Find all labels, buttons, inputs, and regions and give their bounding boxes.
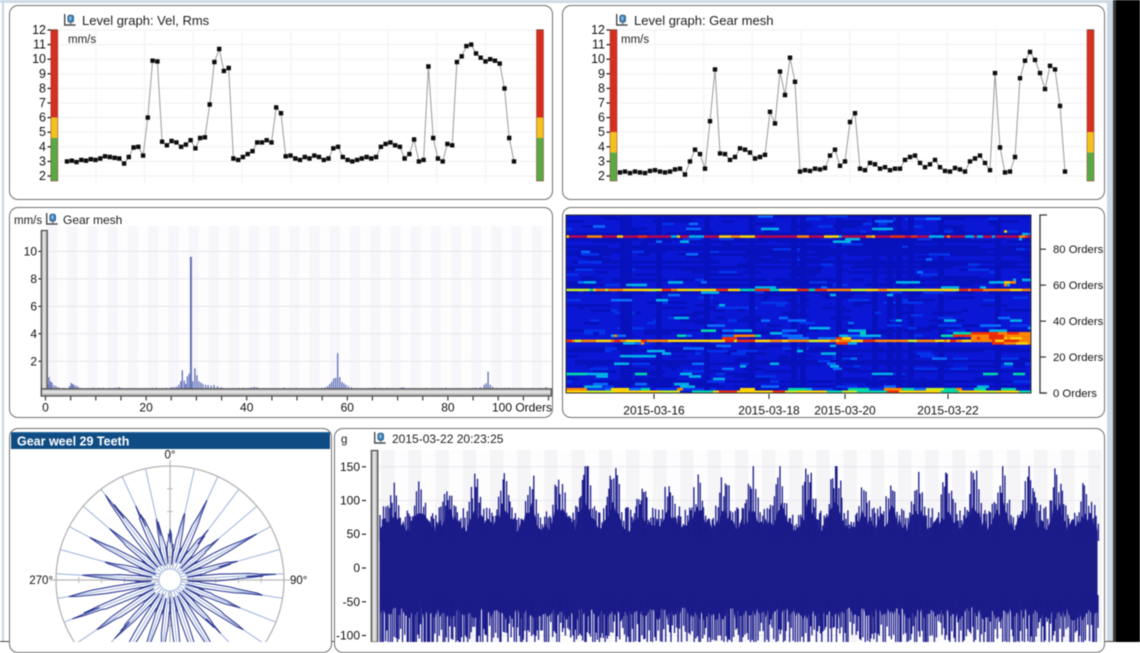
svg-text:9: 9: [39, 67, 46, 81]
svg-text:2015-03-16: 2015-03-16: [623, 404, 685, 418]
svg-text:3: 3: [39, 154, 46, 168]
svg-text:0°: 0°: [165, 450, 176, 462]
svg-text:7: 7: [39, 96, 46, 110]
svg-text:4: 4: [30, 327, 37, 341]
svg-text:80 Orders: 80 Orders: [1053, 244, 1104, 256]
svg-text:mm/s: mm/s: [621, 34, 649, 46]
svg-text:2015-03-18: 2015-03-18: [738, 404, 800, 418]
svg-text:mm/s: mm/s: [14, 215, 42, 227]
svg-text:Gear mesh: Gear mesh: [63, 213, 122, 227]
svg-text:0: 0: [353, 561, 360, 575]
svg-text:mm/s: mm/s: [68, 34, 96, 46]
svg-text:g: g: [341, 434, 347, 446]
svg-text:40: 40: [240, 401, 254, 415]
svg-text:40 Orders: 40 Orders: [1053, 316, 1104, 328]
svg-text:2: 2: [39, 169, 46, 183]
svg-text:0: 0: [42, 401, 49, 415]
svg-text:Level graph: Gear mesh: Level graph: Gear mesh: [634, 13, 773, 28]
svg-text:2: 2: [30, 354, 37, 368]
svg-text:4: 4: [39, 140, 46, 154]
svg-text:80: 80: [441, 401, 455, 415]
svg-text:100 Orders: 100 Orders: [492, 401, 552, 415]
svg-text:8: 8: [30, 272, 37, 286]
svg-text:8: 8: [598, 81, 605, 95]
svg-text:2015-03-22 20:23:25: 2015-03-22 20:23:25: [392, 432, 504, 446]
svg-text:Level graph: Vel, Rms: Level graph: Vel, Rms: [82, 13, 210, 28]
svg-text:150: 150: [340, 460, 360, 474]
svg-text:2: 2: [598, 169, 605, 183]
svg-text:6: 6: [598, 111, 605, 125]
svg-text:270°: 270°: [29, 575, 53, 587]
svg-text:12: 12: [32, 23, 46, 37]
svg-text:50: 50: [347, 527, 361, 541]
svg-text:5: 5: [39, 125, 46, 139]
svg-text:2015-03-20: 2015-03-20: [814, 404, 876, 418]
svg-text:8: 8: [39, 81, 46, 95]
svg-text:10: 10: [24, 244, 38, 258]
svg-text:20: 20: [139, 401, 153, 415]
svg-text:-50: -50: [343, 595, 361, 609]
svg-text:6: 6: [30, 299, 37, 313]
svg-text:11: 11: [33, 38, 46, 52]
svg-text:100: 100: [340, 494, 360, 508]
svg-text:0 Orders: 0 Orders: [1053, 388, 1097, 400]
svg-text:3: 3: [598, 154, 605, 168]
svg-text:7: 7: [598, 96, 605, 110]
svg-text:4: 4: [598, 140, 605, 154]
svg-text:6: 6: [39, 111, 46, 125]
svg-text:9: 9: [598, 67, 605, 81]
svg-text:2015-03-22: 2015-03-22: [917, 404, 979, 418]
svg-text:60 Orders: 60 Orders: [1053, 280, 1104, 292]
svg-text:5: 5: [598, 125, 605, 139]
svg-text:-100: -100: [336, 629, 360, 643]
svg-text:11: 11: [592, 38, 605, 52]
svg-text:90°: 90°: [290, 575, 307, 587]
svg-text:20 Orders: 20 Orders: [1053, 352, 1104, 364]
svg-text:10: 10: [591, 52, 605, 66]
svg-text:12: 12: [591, 23, 605, 37]
svg-text:60: 60: [341, 401, 355, 415]
svg-text:Gear weel 29 Teeth: Gear weel 29 Teeth: [17, 435, 129, 449]
svg-text:10: 10: [32, 52, 46, 66]
